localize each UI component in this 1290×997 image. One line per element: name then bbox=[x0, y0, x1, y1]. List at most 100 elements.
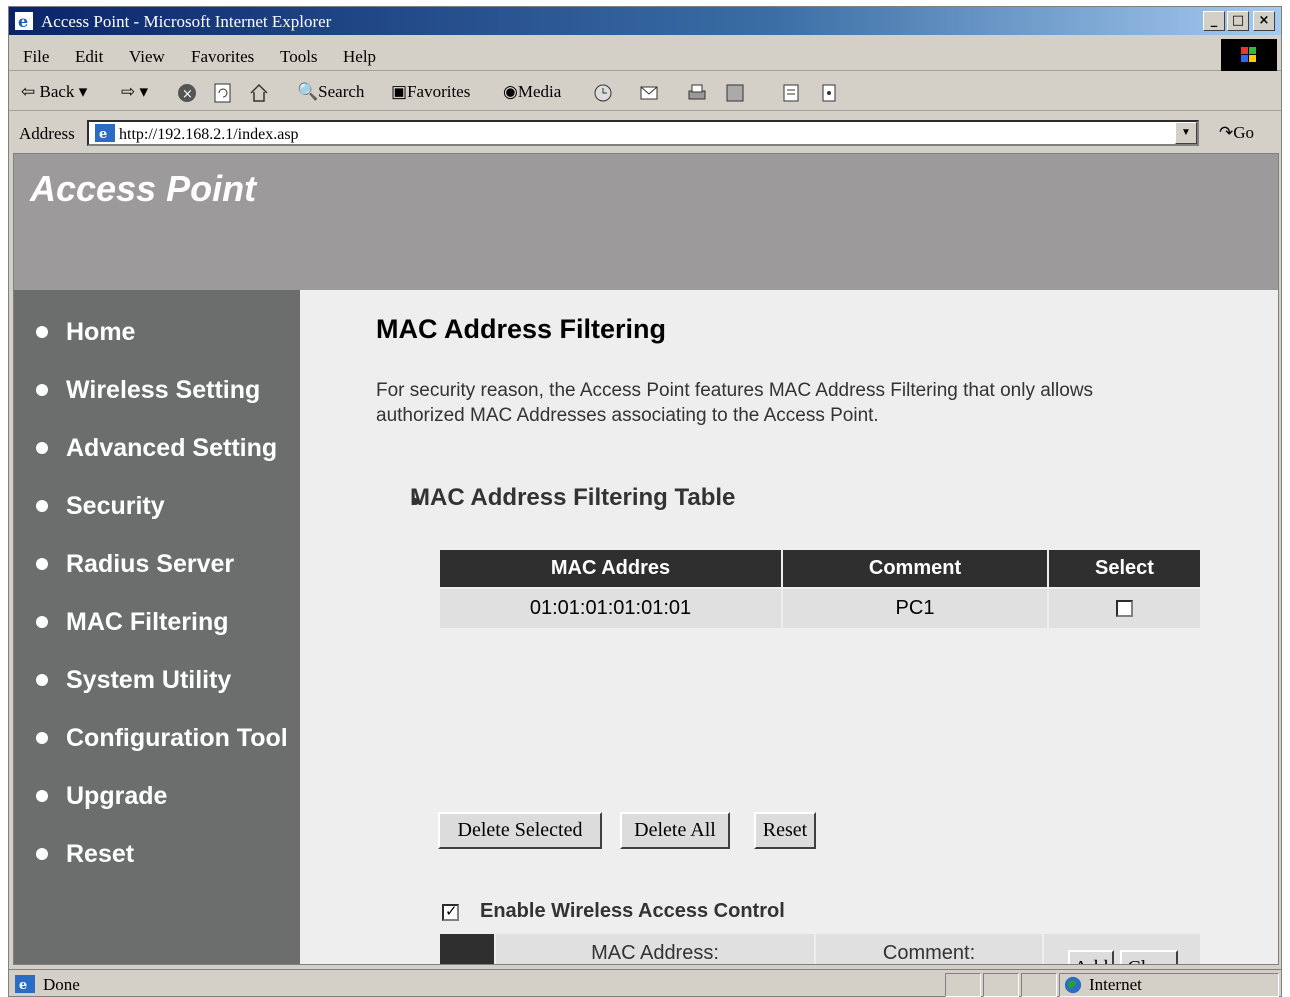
column-header-comment: Comment bbox=[782, 550, 1049, 588]
back-arrow-icon: ⇦ bbox=[21, 82, 36, 101]
bullet-icon bbox=[36, 616, 48, 628]
svg-text:e: e bbox=[19, 978, 27, 993]
delete-all-button[interactable]: Delete All bbox=[620, 812, 730, 849]
discuss-icon[interactable] bbox=[781, 83, 801, 103]
comment-cell: Comment: bbox=[816, 934, 1042, 964]
table-header-row: MAC Addres Comment Select bbox=[440, 550, 1200, 588]
select-cell bbox=[1048, 587, 1200, 628]
windows-logo-icon bbox=[1221, 39, 1277, 71]
favorites-icon: ▣ bbox=[391, 82, 408, 101]
status-panel bbox=[1021, 973, 1057, 997]
delete-selected-button[interactable]: Delete Selected bbox=[438, 812, 602, 849]
add-button[interactable]: Add bbox=[1068, 950, 1114, 964]
add-entry-row: New MAC Address: Comment: Add Clear bbox=[440, 934, 1200, 964]
bullet-icon bbox=[36, 674, 48, 686]
mail-icon[interactable] bbox=[639, 83, 659, 103]
sidebar-item-label: Radius Server bbox=[66, 550, 235, 578]
column-header-mac: MAC Addres bbox=[440, 550, 783, 588]
menu-file[interactable]: File bbox=[23, 47, 49, 67]
home-icon[interactable] bbox=[249, 83, 269, 103]
search-button[interactable]: 🔍Search bbox=[297, 82, 364, 102]
url-text: http://192.168.2.1/index.asp bbox=[119, 126, 299, 143]
main-panel: MAC Address Filtering For security reaso… bbox=[300, 290, 1278, 964]
close-button[interactable]: × bbox=[1253, 11, 1275, 31]
address-input[interactable]: e http://192.168.2.1/index.asp ▼ bbox=[87, 120, 1199, 146]
brand-title: Access Point bbox=[30, 168, 257, 209]
media-button[interactable]: ◉Media bbox=[503, 82, 561, 102]
form-actions-cell: Add Clear bbox=[1044, 934, 1200, 964]
column-header-select: Select bbox=[1048, 550, 1200, 588]
reset-button[interactable]: Reset bbox=[754, 812, 816, 849]
table-row: 01:01:01:01:01:01 PC1 bbox=[440, 587, 1200, 628]
sidebar-item-label: Wireless Setting bbox=[66, 376, 261, 404]
bullet-icon bbox=[36, 848, 48, 860]
svg-text:e: e bbox=[99, 127, 107, 142]
maximize-button[interactable]: □ bbox=[1227, 11, 1249, 31]
bullet-icon bbox=[36, 442, 48, 454]
mac-cell: 01:01:01:01:01:01 bbox=[440, 587, 783, 628]
bullet-icon bbox=[36, 790, 48, 802]
favorites-label: Favorites bbox=[407, 82, 471, 101]
enable-access-control-checkbox[interactable] bbox=[442, 902, 459, 921]
select-checkbox[interactable] bbox=[1116, 600, 1133, 618]
sidebar-item-label: MAC Filtering bbox=[66, 608, 229, 636]
sidebar-item-label: Security bbox=[66, 492, 165, 520]
address-bar: Address e http://192.168.2.1/index.asp ▼… bbox=[9, 113, 1281, 151]
menu-edit[interactable]: Edit bbox=[75, 47, 103, 67]
bullet-icon bbox=[36, 500, 48, 512]
sidebar: Home Wireless Setting Advanced Setting S… bbox=[14, 290, 300, 964]
browser-window: e Access Point - Microsoft Internet Expl… bbox=[8, 6, 1282, 997]
search-icon: 🔍 bbox=[297, 82, 319, 101]
sidebar-item-label: Configuration Tool bbox=[66, 724, 288, 752]
clear-button[interactable]: Clear bbox=[1120, 950, 1178, 964]
edit-icon[interactable] bbox=[725, 83, 745, 103]
print-icon[interactable] bbox=[687, 83, 707, 103]
status-text: Done bbox=[43, 975, 80, 994]
menu-favorites[interactable]: Favorites bbox=[191, 47, 254, 67]
menu-view[interactable]: View bbox=[129, 47, 165, 67]
page-content: Access Point Home Wireless Setting Advan… bbox=[13, 153, 1279, 965]
sidebar-item-label: Advanced Setting bbox=[66, 434, 278, 462]
sidebar-item-label: Home bbox=[66, 318, 136, 346]
menu-help[interactable]: Help bbox=[343, 47, 376, 67]
sidebar-item-label: Reset bbox=[66, 840, 135, 868]
refresh-icon[interactable] bbox=[213, 83, 233, 103]
favorites-button[interactable]: ▣Favorites bbox=[391, 82, 470, 102]
bullet-icon bbox=[36, 326, 48, 338]
internet-explorer-icon: e bbox=[15, 12, 33, 30]
back-label: Back bbox=[39, 82, 75, 101]
comment-cell: PC1 bbox=[782, 587, 1049, 628]
forward-button[interactable]: ⇨ ▾ bbox=[121, 82, 148, 102]
back-button[interactable]: ⇦ Back ▾ bbox=[21, 82, 87, 102]
title-bar: e Access Point - Microsoft Internet Expl… bbox=[9, 7, 1281, 35]
page-icon: e bbox=[15, 975, 35, 993]
mac-address-label: MAC Address: bbox=[591, 942, 719, 964]
page-title: MAC Address Filtering bbox=[376, 314, 667, 344]
new-label: New bbox=[440, 934, 494, 964]
status-bar: e Done Internet bbox=[9, 969, 1281, 997]
bullet-icon bbox=[36, 558, 48, 570]
bullet-icon bbox=[36, 384, 48, 396]
globe-icon bbox=[1064, 976, 1082, 994]
messenger-icon[interactable] bbox=[819, 83, 839, 103]
search-label: Search bbox=[318, 82, 365, 101]
comment-label: Comment: bbox=[882, 942, 976, 964]
minimize-button[interactable]: _ bbox=[1203, 11, 1225, 31]
page-description: For security reason, the Access Point fe… bbox=[376, 380, 1094, 426]
media-icon: ◉ bbox=[503, 82, 518, 101]
status-panel bbox=[945, 973, 981, 997]
menu-tools[interactable]: Tools bbox=[280, 47, 318, 67]
bullet-icon bbox=[36, 732, 48, 744]
sidebar-item-label: Upgrade bbox=[66, 782, 168, 810]
history-icon[interactable] bbox=[593, 83, 613, 103]
mac-filter-table: MAC Addres Comment Select 01:01:01:01:01… bbox=[440, 550, 1200, 628]
svg-text:e: e bbox=[18, 12, 28, 30]
address-dropdown-button[interactable]: ▼ bbox=[1175, 122, 1197, 144]
stop-icon[interactable]: × bbox=[177, 83, 197, 103]
toolbar: ⇦ Back ▾ ⇨ ▾ × 🔍Search ▣Favorites ◉Media bbox=[9, 73, 1281, 111]
header-banner: Access Point bbox=[14, 154, 1278, 290]
address-label: Address bbox=[19, 124, 75, 143]
menu-bar: File Edit View Favorites Tools Help bbox=[9, 37, 1281, 71]
media-label: Media bbox=[517, 82, 562, 101]
go-button[interactable]: ↷Go bbox=[1219, 123, 1254, 143]
